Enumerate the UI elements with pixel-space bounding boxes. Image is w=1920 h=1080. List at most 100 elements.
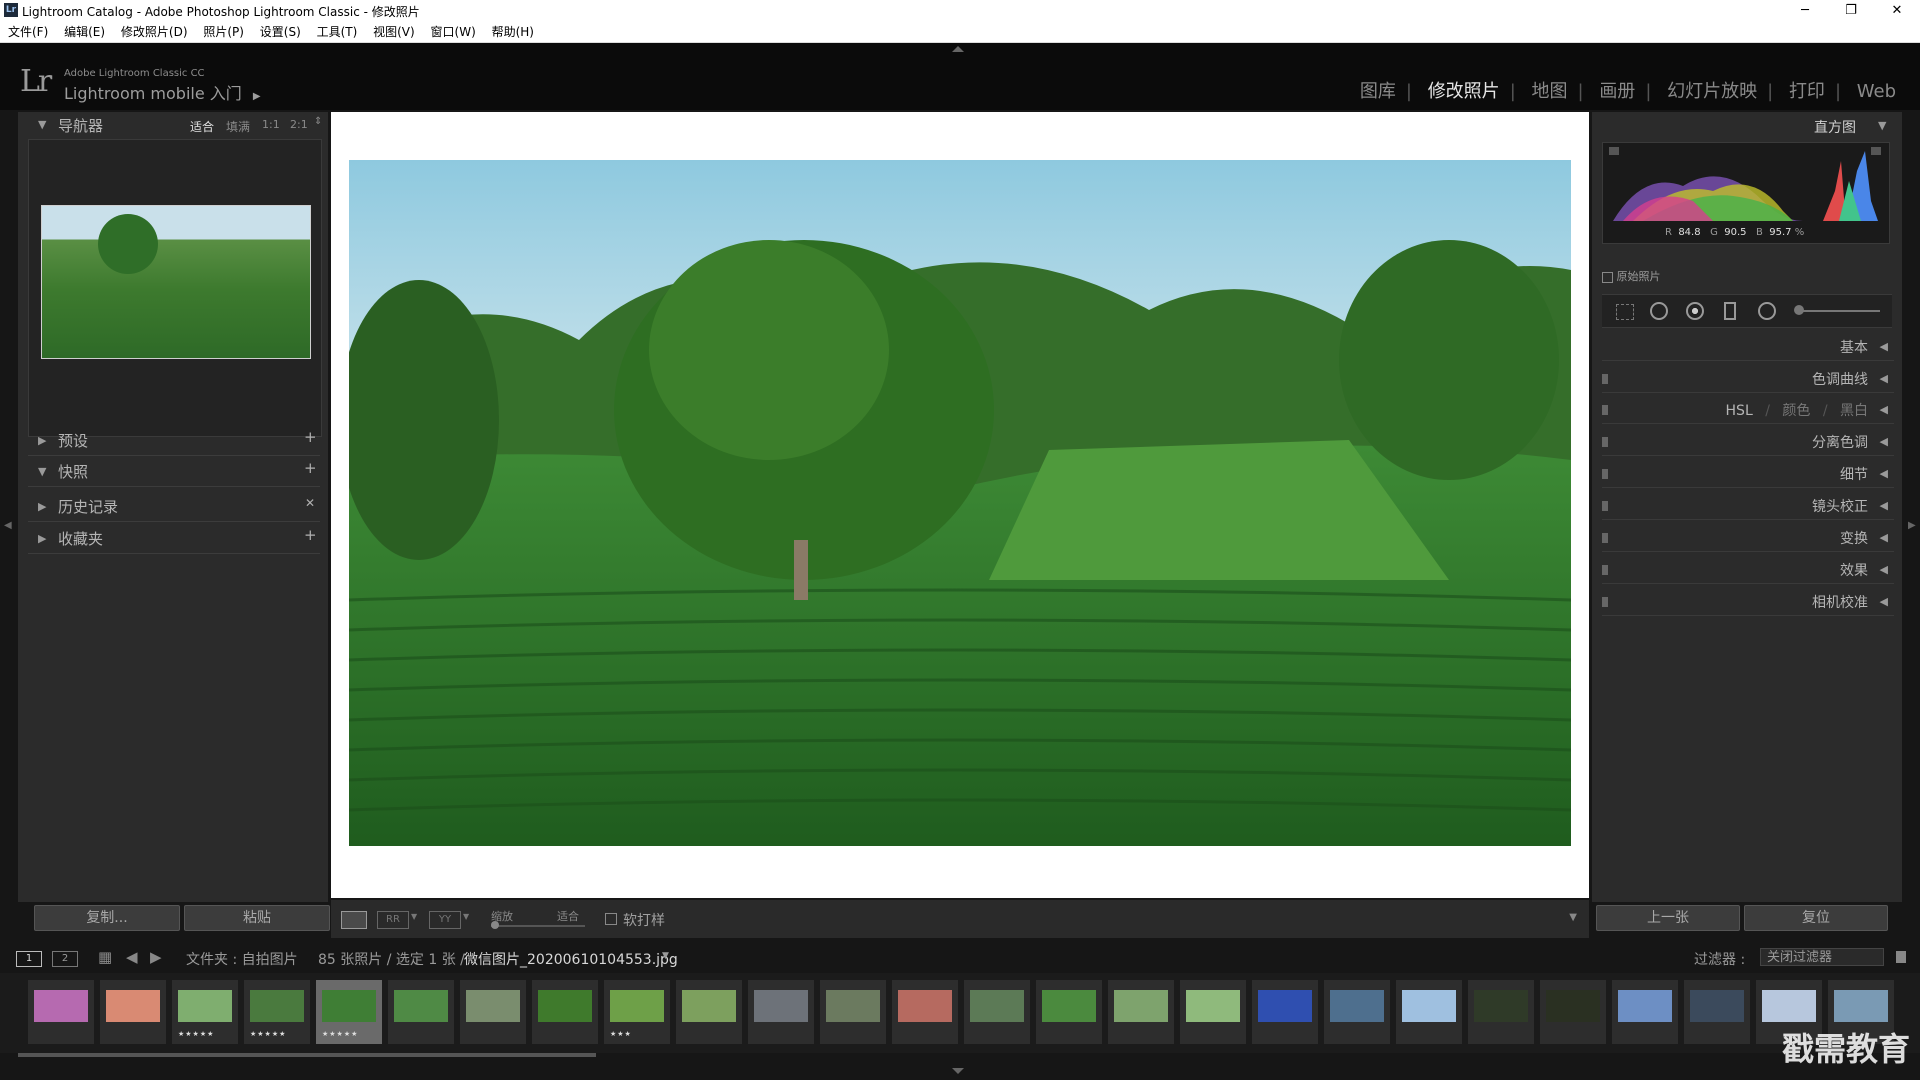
zoom-stepper-icon[interactable]: ⇕ [314,116,322,127]
before-after-copy-icon[interactable]: YY [429,911,461,929]
color-tab[interactable]: 颜色 [1782,403,1810,419]
filmstrip-thumbnail[interactable]: ★★★★★ [244,980,310,1044]
loupe-view[interactable] [331,112,1589,898]
source-folder[interactable]: 文件夹 : 自拍图片 [186,949,298,969]
filmstrip-thumbnail[interactable] [1612,980,1678,1044]
graduated-filter-icon[interactable] [1724,302,1736,320]
menu-help[interactable]: 帮助(H) [492,22,534,42]
dropdown-arrow-icon[interactable]: ▼ [463,912,469,921]
dropdown-arrow-icon[interactable]: ▼ [411,912,417,921]
section-tone-curve[interactable]: 色调曲线 ◀ [1602,366,1894,393]
menu-tools[interactable]: 工具(T) [317,22,358,42]
secondary-screen-button[interactable]: 2 [52,951,78,967]
clear-history-icon[interactable]: ✕ [305,496,315,510]
add-collection-icon[interactable]: + [304,526,317,544]
histogram-header[interactable]: 直方图 ▼ [1592,112,1902,138]
filmstrip-thumbnail[interactable] [1468,980,1534,1044]
filmstrip-thumbnail[interactable] [1396,980,1462,1044]
menu-file[interactable]: 文件(F) [8,22,48,42]
lightroom-mobile-link[interactable]: Lightroom mobile 入门 ▶ [64,80,261,104]
previous-button[interactable]: 上一张 [1596,905,1740,931]
panel-switch-icon[interactable] [1602,597,1608,607]
filmstrip-thumbnail[interactable] [100,980,166,1044]
filmstrip-thumbnail[interactable] [460,980,526,1044]
maximize-button[interactable]: ❐ [1828,0,1874,22]
adjustment-brush-slider[interactable] [1796,310,1880,312]
filmstrip-thumbnail[interactable] [676,980,742,1044]
loupe-view-icon[interactable] [341,911,367,929]
zoom-2-1[interactable]: 2:1 [290,118,308,131]
panel-switch-icon[interactable] [1602,405,1608,415]
minimize-button[interactable]: ─ [1782,0,1828,22]
menu-window[interactable]: 窗口(W) [431,22,476,42]
paste-settings-button[interactable]: 粘贴 [184,905,330,931]
primary-screen-button[interactable]: 1 [16,951,42,967]
section-split-toning[interactable]: 分离色调 ◀ [1602,429,1894,456]
add-preset-icon[interactable]: + [304,428,317,446]
panel-switch-icon[interactable] [1602,501,1608,511]
section-calibration[interactable]: 相机校准 ◀ [1602,589,1894,616]
section-transform[interactable]: 变换 ◀ [1602,525,1894,552]
before-after-lr-icon[interactable]: RR [377,911,409,929]
reset-button[interactable]: 复位 [1744,905,1888,931]
presets-section[interactable]: ▶ 预设 + [28,425,320,456]
module-print[interactable]: 打印 [1779,81,1835,102]
menu-photo[interactable]: 照片(P) [203,22,244,42]
filmstrip-thumbnail[interactable] [1684,980,1750,1044]
filmstrip-thumbnail[interactable] [1324,980,1390,1044]
filmstrip-thumbnail[interactable] [748,980,814,1044]
filter-lock-icon[interactable] [1896,951,1906,963]
module-book[interactable]: 画册 [1589,81,1645,102]
histogram[interactable]: R 84.8 G 90.5 B 95.7 % [1602,142,1890,244]
section-basic[interactable]: 基本 ◀ [1602,334,1894,361]
panel-switch-icon[interactable] [1602,374,1608,384]
module-slideshow[interactable]: 幻灯片放映 [1657,81,1767,102]
collapse-top-icon[interactable] [952,46,964,52]
zoom-fit[interactable]: 适合 [190,118,214,135]
forward-arrow-icon[interactable]: ▶ [150,948,162,966]
brush-slider-handle-icon[interactable] [1794,305,1804,315]
history-section[interactable]: ▶ 历史记录 ✕ [28,491,320,522]
collapse-bottom-icon[interactable] [952,1068,964,1074]
filmstrip-scrollbar[interactable] [18,1053,596,1057]
panel-switch-icon[interactable] [1602,469,1608,479]
filmstrip-thumbnail[interactable] [1108,980,1174,1044]
collapse-left-icon[interactable]: ◀ [4,520,12,531]
filter-select[interactable]: 关闭过滤器 [1760,948,1884,966]
copy-settings-button[interactable]: 复制... [34,905,180,931]
module-develop[interactable]: 修改照片 [1418,81,1510,102]
section-effects[interactable]: 效果 ◀ [1602,557,1894,584]
filmstrip-thumbnail[interactable] [892,980,958,1044]
navigator-preview[interactable] [28,139,322,437]
menu-develop[interactable]: 修改照片(D) [121,22,188,42]
current-filename[interactable]: 微信图片_20200610104553.jpg [464,949,678,969]
red-eye-icon[interactable] [1686,302,1704,320]
original-photo-toggle[interactable]: 原始照片 [1602,268,1661,284]
snapshots-section[interactable]: ▼ 快照 + [28,456,320,487]
bw-tab[interactable]: 黑白 [1840,403,1868,419]
filmstrip-thumbnail[interactable]: ★★★★★ [172,980,238,1044]
section-hsl[interactable]: HSL / 颜色 / 黑白 ◀ [1602,397,1894,424]
close-button[interactable]: ✕ [1874,0,1920,22]
filmstrip-thumbnail[interactable]: ★★★ [604,980,670,1044]
main-photo[interactable] [349,160,1571,846]
module-library[interactable]: 图库 [1350,81,1406,102]
filmstrip-thumbnail[interactable] [1540,980,1606,1044]
filmstrip-thumbnail[interactable]: ★★★★★ [316,980,382,1044]
filmstrip-thumbnail[interactable] [964,980,1030,1044]
panel-switch-icon[interactable] [1602,533,1608,543]
toolbar-menu-icon[interactable]: ▼ [1569,912,1577,923]
section-lens-corrections[interactable]: 镜头校正 ◀ [1602,493,1894,520]
zoom-slider[interactable] [491,925,585,927]
crop-tool-icon[interactable] [1616,304,1634,320]
module-map[interactable]: 地图 [1522,81,1578,102]
spot-removal-icon[interactable] [1650,302,1668,320]
menu-settings[interactable]: 设置(S) [260,22,301,42]
navigator-header[interactable]: ▼ 导航器 适合 填满 1:1 2:1 ⇕ [18,112,328,138]
collections-section[interactable]: ▶ 收藏夹 + [28,523,320,554]
zoom-1-1[interactable]: 1:1 [262,118,280,131]
zoom-fill[interactable]: 填满 [226,118,250,135]
collapse-right-icon[interactable]: ▶ [1908,520,1916,531]
section-detail[interactable]: 细节 ◀ [1602,461,1894,488]
filmstrip-thumbnail[interactable] [820,980,886,1044]
